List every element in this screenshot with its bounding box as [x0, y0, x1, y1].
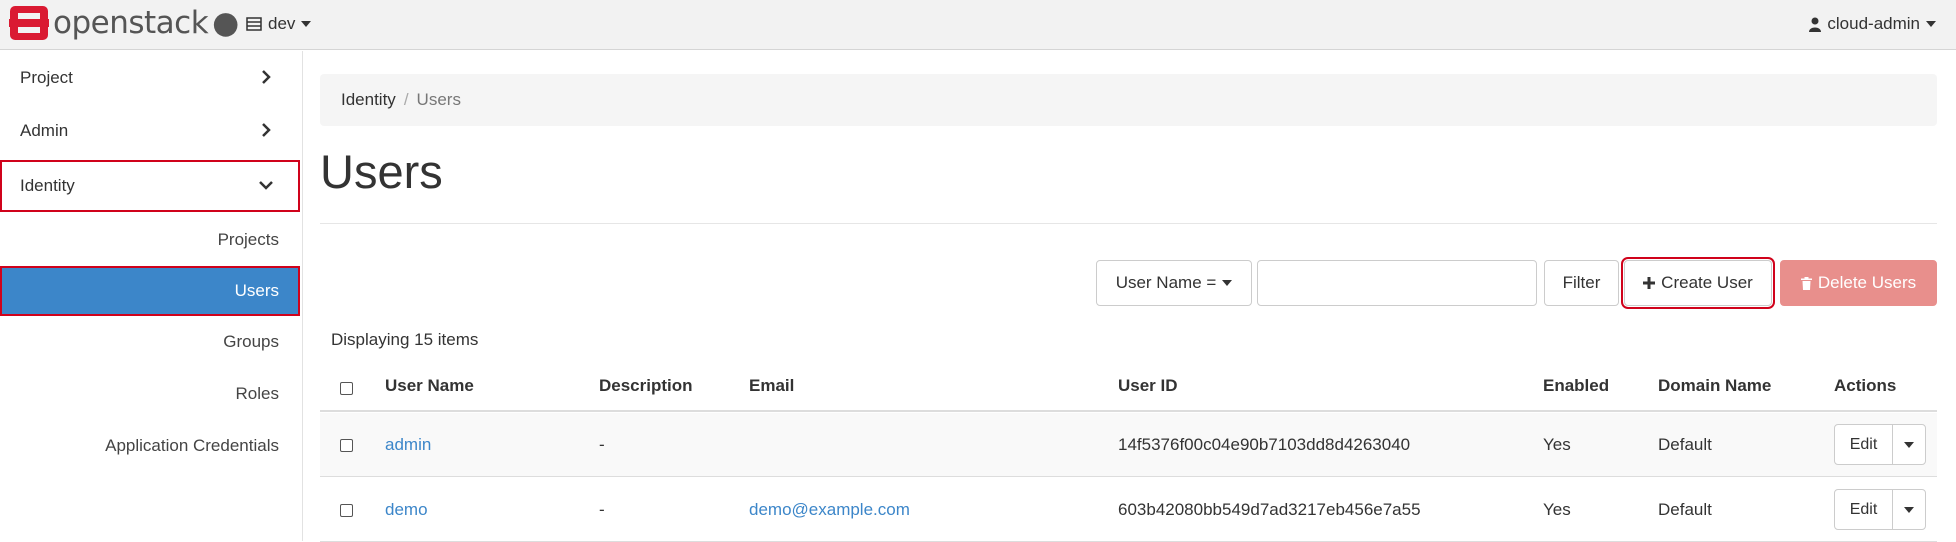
sidebar-item-label: Project — [20, 68, 73, 87]
sidebar-item-label: Identity — [20, 176, 75, 195]
user-name-link[interactable]: demo — [385, 500, 428, 520]
create-user-label: Create User — [1661, 273, 1753, 292]
openstack-logo[interactable]: openstack ● — [9, 5, 239, 41]
filter-field-select[interactable]: User Name = — [1096, 260, 1252, 306]
row-checkbox[interactable] — [340, 504, 353, 517]
delete-users-button[interactable]: Delete Users — [1780, 260, 1937, 306]
breadcrumb-separator: / — [403, 90, 409, 109]
brand-dot: ● — [212, 4, 239, 41]
column-description[interactable]: Description — [599, 376, 693, 396]
breadcrumb: Identity / Users — [320, 74, 1937, 126]
chevron-right-icon — [262, 123, 271, 137]
sidebar-item-project[interactable]: Project — [0, 52, 300, 104]
filter-input[interactable] — [1257, 260, 1537, 306]
user-description: - — [599, 435, 605, 454]
user-name: cloud-admin — [1827, 14, 1920, 33]
actions-dropdown-toggle[interactable] — [1893, 425, 1925, 464]
title-divider — [320, 223, 1937, 224]
delete-users-label: Delete Users — [1817, 273, 1917, 292]
user-domain: Default — [1658, 435, 1712, 454]
sidebar-item-users[interactable]: Users — [0, 266, 300, 316]
item-count: Displaying 15 items — [331, 330, 479, 349]
user-menu[interactable]: cloud-admin — [1809, 14, 1936, 34]
user-email-link[interactable]: demo@example.com — [749, 500, 910, 520]
user-domain: Default — [1658, 500, 1712, 519]
row-actions: Edit — [1834, 489, 1926, 530]
table-row: demo - demo@example.com 603b42080bb549d7… — [320, 478, 1937, 542]
user-icon — [1809, 17, 1822, 32]
chevron-down-icon — [1222, 280, 1233, 286]
edit-button[interactable]: Edit — [1835, 490, 1893, 529]
sidebar-item-groups[interactable]: Groups — [0, 317, 300, 367]
trash-icon — [1800, 276, 1812, 290]
column-user-id[interactable]: User ID — [1118, 376, 1178, 396]
user-enabled: Yes — [1543, 500, 1571, 519]
sidebar: Project Admin Identity Projects Users Gr… — [0, 51, 303, 541]
user-enabled: Yes — [1543, 435, 1571, 454]
user-id: 14f5376f00c04e90b7103dd8d4263040 — [1118, 435, 1411, 454]
chevron-down-icon — [1904, 441, 1914, 448]
user-id: 603b42080bb549d7ad3217eb456e7a55 — [1118, 500, 1421, 519]
chevron-down-icon — [259, 181, 273, 190]
column-domain-name[interactable]: Domain Name — [1658, 376, 1771, 396]
plus-icon — [1643, 277, 1656, 289]
create-user-button[interactable]: Create User — [1621, 257, 1775, 309]
breadcrumb-current: Users — [416, 90, 461, 109]
brand-name: openstack — [53, 4, 209, 41]
column-actions: Actions — [1834, 376, 1897, 395]
chevron-right-icon — [262, 70, 271, 84]
table-header: User Name Description Email User ID Enab… — [320, 362, 1937, 412]
project-name: dev — [268, 14, 296, 33]
row-checkbox[interactable] — [340, 439, 353, 452]
top-navbar: openstack ● dev cloud-admin — [0, 0, 1956, 50]
user-description: - — [599, 500, 605, 519]
row-actions: Edit — [1834, 424, 1926, 465]
user-name-link[interactable]: admin — [385, 435, 431, 455]
actions-dropdown-toggle[interactable] — [1893, 490, 1925, 529]
sidebar-item-application-credentials[interactable]: Application Credentials — [0, 421, 300, 471]
openstack-logo-icon — [9, 5, 49, 41]
sidebar-item-admin[interactable]: Admin — [0, 105, 300, 157]
sidebar-item-projects[interactable]: Projects — [0, 215, 300, 265]
sidebar-item-roles[interactable]: Roles — [0, 369, 300, 419]
sidebar-item-label: Admin — [20, 121, 69, 140]
page-title: Users — [320, 145, 443, 198]
filter-field-label: User Name = — [1115, 273, 1217, 292]
column-enabled[interactable]: Enabled — [1543, 376, 1609, 396]
server-icon — [246, 17, 262, 31]
filter-button[interactable]: Filter — [1544, 260, 1619, 306]
breadcrumb-identity[interactable]: Identity — [341, 90, 396, 110]
column-email[interactable]: Email — [749, 376, 794, 396]
chevron-down-icon — [301, 21, 312, 27]
project-selector[interactable]: dev — [246, 14, 312, 34]
chevron-down-icon — [1904, 506, 1914, 513]
table-row: admin - 14f5376f00c04e90b7103dd8d4263040… — [320, 413, 1937, 477]
select-all-checkbox[interactable] — [340, 382, 353, 395]
chevron-down-icon — [1926, 21, 1936, 27]
column-user-name[interactable]: User Name — [385, 376, 474, 396]
edit-button[interactable]: Edit — [1835, 425, 1893, 464]
sidebar-item-identity[interactable]: Identity — [0, 160, 300, 212]
